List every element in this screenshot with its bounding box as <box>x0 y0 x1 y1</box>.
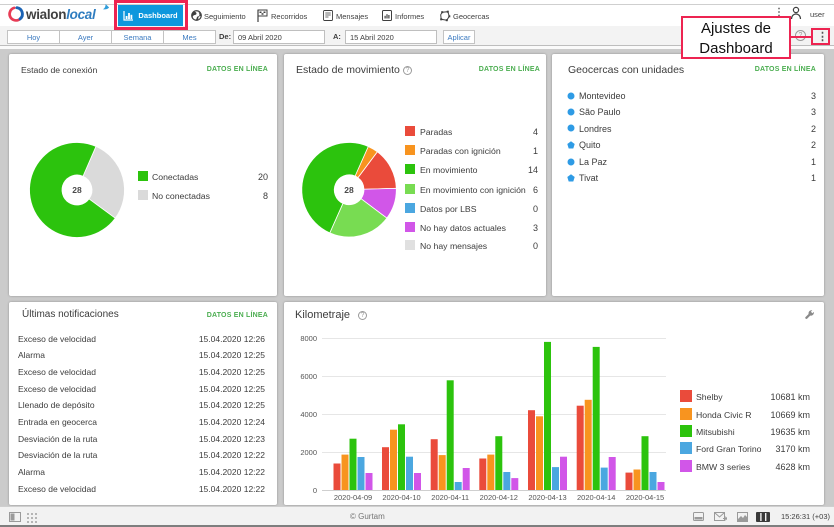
svg-text:6000: 6000 <box>300 372 317 381</box>
svg-text:2020-04-10: 2020-04-10 <box>382 493 420 502</box>
svg-text:2020-04-14: 2020-04-14 <box>577 493 615 502</box>
svg-text:2020-04-15: 2020-04-15 <box>626 493 664 502</box>
svg-text:28: 28 <box>72 185 82 195</box>
svg-text:8000: 8000 <box>300 334 317 343</box>
svg-text:28: 28 <box>344 185 354 195</box>
svg-text:2020-04-11: 2020-04-11 <box>431 493 469 502</box>
svg-text:2000: 2000 <box>300 448 317 457</box>
svg-text:0: 0 <box>313 486 317 495</box>
svg-text:2020-04-09: 2020-04-09 <box>334 493 372 502</box>
svg-text:2020-04-12: 2020-04-12 <box>480 493 518 502</box>
svg-text:2020-04-13: 2020-04-13 <box>528 493 566 502</box>
svg-text:4000: 4000 <box>300 410 317 419</box>
